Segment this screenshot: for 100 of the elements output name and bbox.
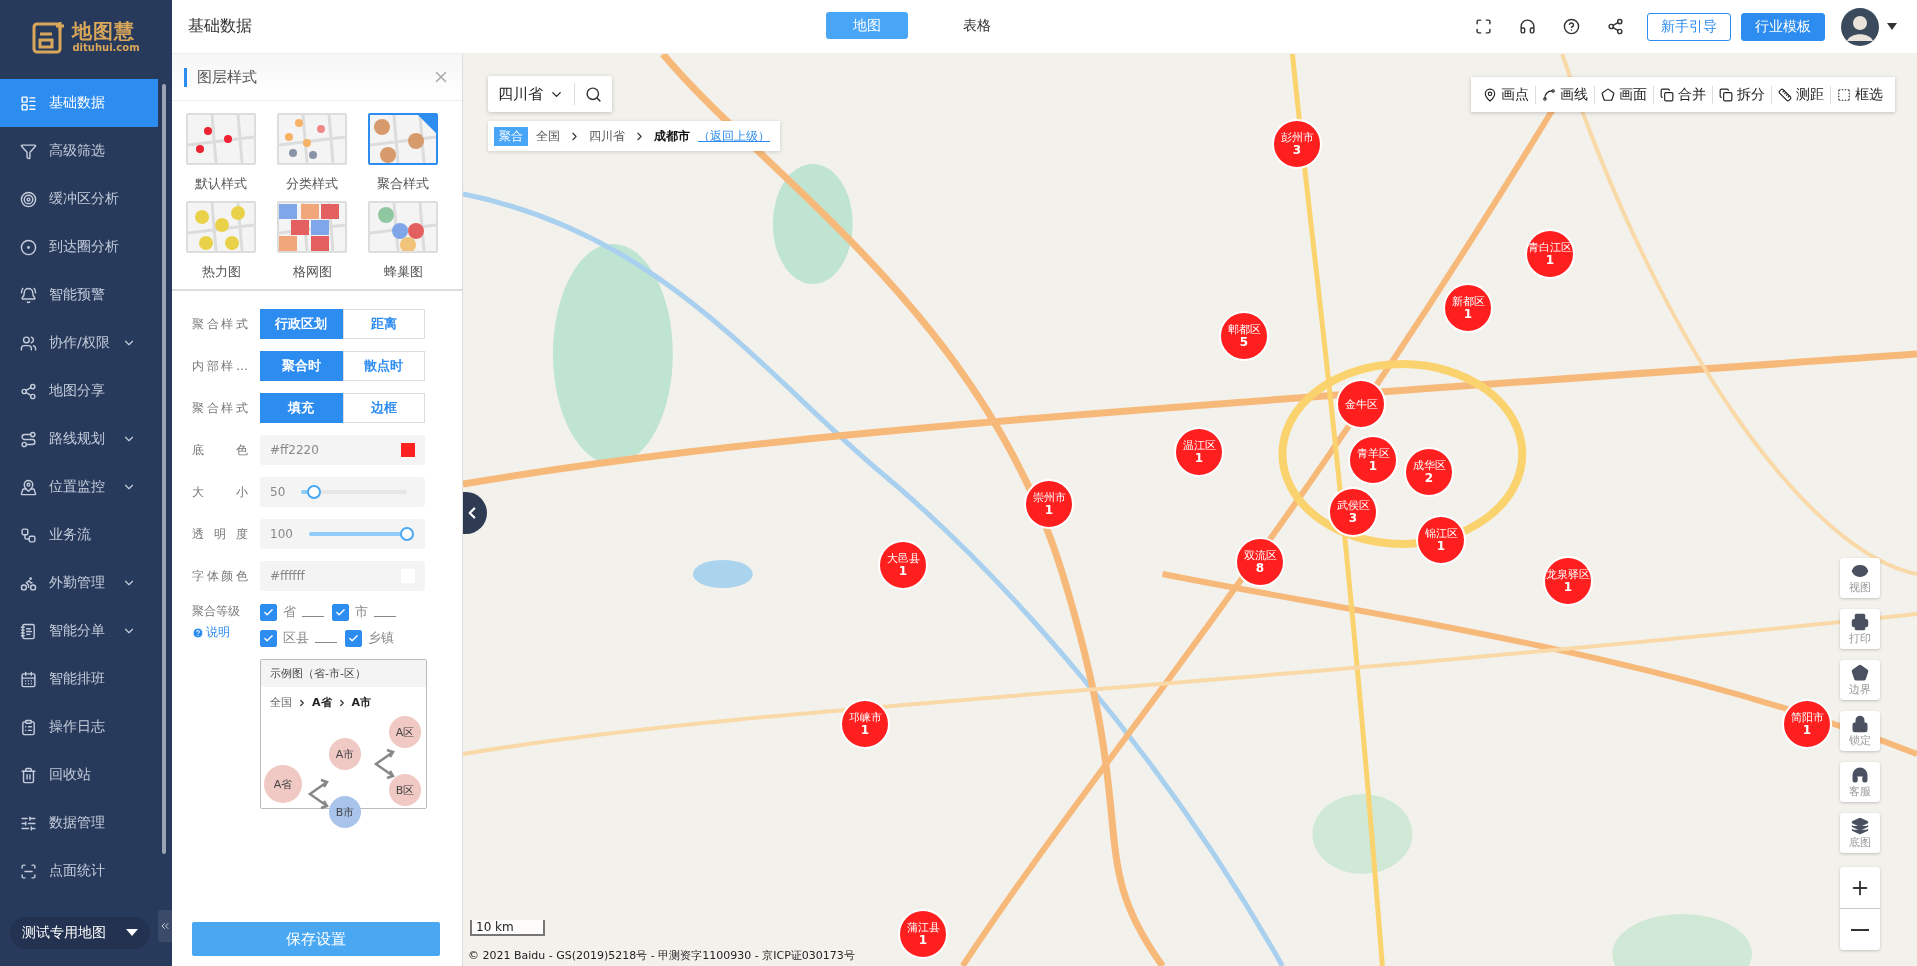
view-tab[interactable]: 地图 — [826, 12, 908, 39]
nav-item[interactable]: 点面统计 — [0, 847, 158, 895]
segment-button[interactable]: 填充 — [260, 393, 343, 423]
nav-label: 位置监控 — [49, 478, 106, 496]
style-label: 蜂巢图 — [383, 263, 423, 281]
template-button[interactable]: 行业模板 — [1741, 12, 1825, 41]
map-tool[interactable]: 框选 — [1831, 85, 1889, 104]
logo-domain: dituhui.com — [72, 42, 140, 53]
map-tool[interactable]: 画点 — [1477, 85, 1536, 104]
layers-icon — [1851, 816, 1869, 835]
notebook-icon — [20, 622, 37, 640]
cluster-name: 双流区 — [1243, 549, 1277, 562]
avatar[interactable] — [1841, 7, 1879, 46]
segment-button[interactable]: 行政区划 — [260, 309, 343, 339]
branch-arrow — [373, 748, 395, 780]
breadcrumb-item[interactable]: 全国 — [536, 127, 560, 145]
help-link[interactable]: 说明 — [192, 624, 248, 641]
breadcrumb-item[interactable]: 成都市 — [654, 127, 690, 145]
help-icon[interactable] — [1562, 18, 1580, 35]
map-side-tool[interactable]: 锁定 — [1840, 711, 1880, 751]
checkbox-label: 区县 — [283, 629, 309, 647]
caret-icon[interactable] — [1887, 22, 1897, 31]
setting-label: 底色 — [192, 441, 248, 459]
checkbox-label: 省 — [283, 603, 296, 621]
dashed-square-icon — [1837, 87, 1851, 102]
nav-item[interactable]: 高级筛选 — [0, 127, 158, 175]
selected-corner — [418, 115, 436, 133]
checkbox[interactable] — [260, 603, 277, 621]
nav-item[interactable]: 数据管理 — [0, 799, 158, 847]
nav-item[interactable]: 地图分享 — [0, 367, 158, 415]
nav-item[interactable]: 缓冲区分析 — [0, 175, 158, 223]
cluster-count: 1 — [898, 565, 908, 578]
cluster-count: 8 — [1255, 562, 1265, 575]
cluster-name: 金牛区 — [1344, 397, 1378, 411]
nav-item[interactable]: 基础数据 — [0, 79, 158, 127]
segment-button[interactable]: 边框 — [342, 393, 425, 423]
cluster-count: 1 — [1194, 452, 1204, 465]
style-label: 格网图 — [292, 263, 332, 281]
guide-button[interactable]: 新手引导 — [1647, 12, 1731, 41]
back-link[interactable]: （返回上级） — [698, 127, 770, 145]
fullscreen-icon[interactable] — [1474, 18, 1492, 35]
map-tool[interactable]: 画线 — [1536, 85, 1595, 104]
region-search[interactable]: 四川省 — [488, 76, 612, 112]
nav-item[interactable]: 智能预警 — [0, 271, 158, 319]
map-tool[interactable]: 合并 — [1654, 85, 1713, 104]
example-crumb: A市 — [351, 695, 372, 710]
funnel-icon — [20, 142, 37, 160]
cluster-count: 1 — [1463, 308, 1473, 321]
cluster-name: 崇州市 — [1032, 491, 1066, 504]
cluster-name: 邛崃市 — [848, 711, 882, 724]
breadcrumb-item[interactable]: 四川省 — [589, 127, 625, 145]
checkbox[interactable] — [260, 629, 277, 647]
nav-item[interactable]: 位置监控 — [0, 463, 158, 511]
segment-button[interactable]: 距离 — [342, 309, 425, 339]
checkbox[interactable] — [332, 603, 349, 621]
nav-item[interactable]: 操作日志 — [0, 703, 158, 751]
map-side-tool[interactable]: 客服 — [1840, 762, 1880, 802]
nav-item[interactable]: 智能排班 — [0, 655, 158, 703]
slider-value: 100 — [270, 527, 293, 541]
share-icon[interactable] — [1606, 18, 1624, 35]
nav-label: 路线规划 — [49, 430, 106, 448]
nav-item[interactable]: 回收站 — [0, 751, 158, 799]
setting-label: 字体颜色 — [192, 567, 248, 585]
map-side-tool[interactable]: 底图 — [1840, 813, 1880, 853]
logo-name: 地图慧 — [72, 20, 137, 42]
cluster-name: 大邑县 — [886, 552, 920, 565]
collapse-button[interactable] — [158, 910, 172, 942]
color-field[interactable]: #ff2220 — [260, 435, 425, 465]
nav-item[interactable]: 外勤管理 — [0, 559, 158, 607]
map-side-tool[interactable]: 边界 — [1840, 660, 1880, 700]
checkbox[interactable] — [345, 629, 362, 647]
region-select[interactable]: 四川省 — [488, 83, 575, 105]
style-label: 分类样式 — [286, 175, 338, 193]
setting-label: 聚合样式 — [192, 399, 248, 417]
nav-item[interactable]: 协作/权限 — [0, 319, 158, 367]
nav-item[interactable]: 业务流 — [0, 511, 158, 559]
segment-button[interactable]: 散点时 — [342, 351, 425, 381]
map-tool[interactable]: 拆分 — [1713, 85, 1772, 104]
slider-thumb[interactable] — [400, 527, 414, 541]
nav-item[interactable]: 智能分单 — [0, 607, 158, 655]
map-side-tool[interactable]: 打印 — [1840, 609, 1880, 649]
nav-item[interactable]: 路线规划 — [0, 415, 158, 463]
view-tab[interactable]: 表格 — [936, 12, 1018, 39]
map-tool[interactable]: 测距 — [1772, 85, 1831, 104]
save-button[interactable]: 保存设置 — [192, 922, 440, 956]
color-swatch — [401, 443, 415, 457]
bell-icon — [20, 286, 37, 304]
search-icon[interactable] — [585, 85, 602, 103]
nav-item[interactable]: 到达圈分析 — [0, 223, 158, 271]
minus-icon — [1851, 928, 1869, 931]
cluster-tag: 聚合 — [494, 126, 528, 146]
slider-thumb[interactable] — [306, 485, 321, 499]
map-tool[interactable]: 画面 — [1595, 85, 1654, 104]
segment-button[interactable]: 聚合时 — [260, 351, 343, 381]
style-label: 热力图 — [201, 263, 241, 281]
map-selector[interactable]: 测试专用地图 — [10, 917, 150, 949]
map-side-tool[interactable]: 视图 — [1840, 558, 1880, 598]
calendar-icon — [20, 670, 37, 688]
color-field[interactable]: #ffffff — [260, 561, 425, 591]
cluster-name: 彭州市 — [1280, 131, 1314, 144]
